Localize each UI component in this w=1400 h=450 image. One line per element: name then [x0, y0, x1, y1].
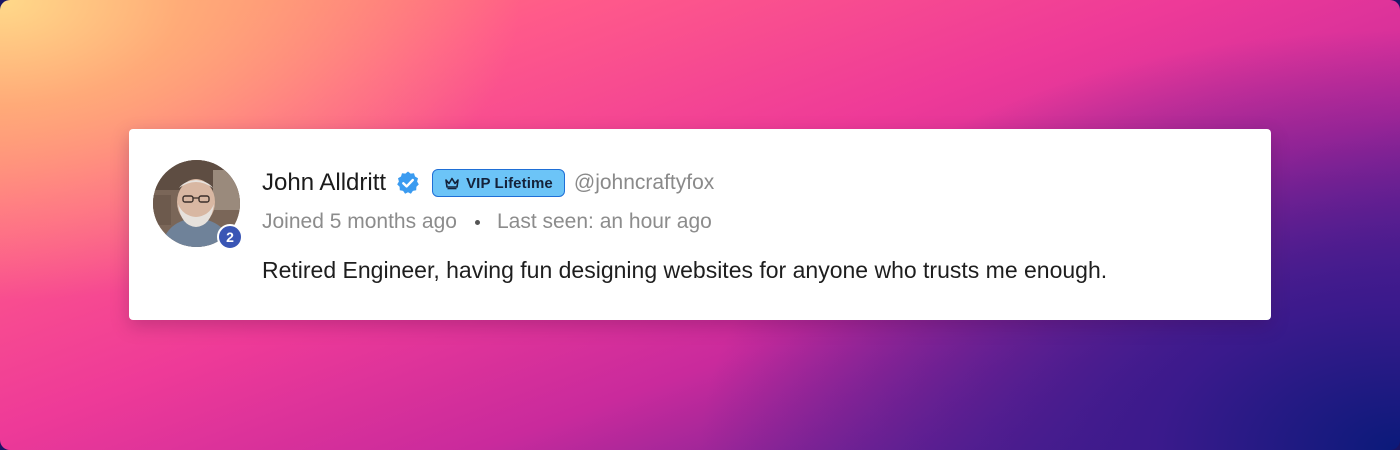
- vip-badge-label: VIP Lifetime: [466, 174, 553, 192]
- vip-lifetime-badge[interactable]: VIP Lifetime: [432, 169, 565, 197]
- verified-check-icon: [395, 170, 421, 196]
- user-name[interactable]: John Alldritt: [262, 169, 386, 197]
- avatar-container[interactable]: 2: [153, 160, 243, 250]
- user-handle: @johncraftyfox: [573, 171, 715, 194]
- separator-dot: [474, 219, 480, 225]
- profile-card: 2 John Alldritt VIP Lifetime @johncrafty…: [129, 129, 1271, 320]
- name-row: John Alldritt VIP Lifetime @johncraftyfo…: [262, 167, 714, 199]
- level-badge: 2: [217, 224, 243, 250]
- user-bio: Retired Engineer, having fun designing w…: [262, 257, 1108, 283]
- meta-row: Joined 5 months ago Last seen: an hour a…: [262, 207, 712, 237]
- last-seen-text: Last seen: an hour ago: [496, 210, 712, 233]
- crown-icon: [444, 176, 460, 190]
- joined-text: Joined 5 months ago: [262, 210, 457, 233]
